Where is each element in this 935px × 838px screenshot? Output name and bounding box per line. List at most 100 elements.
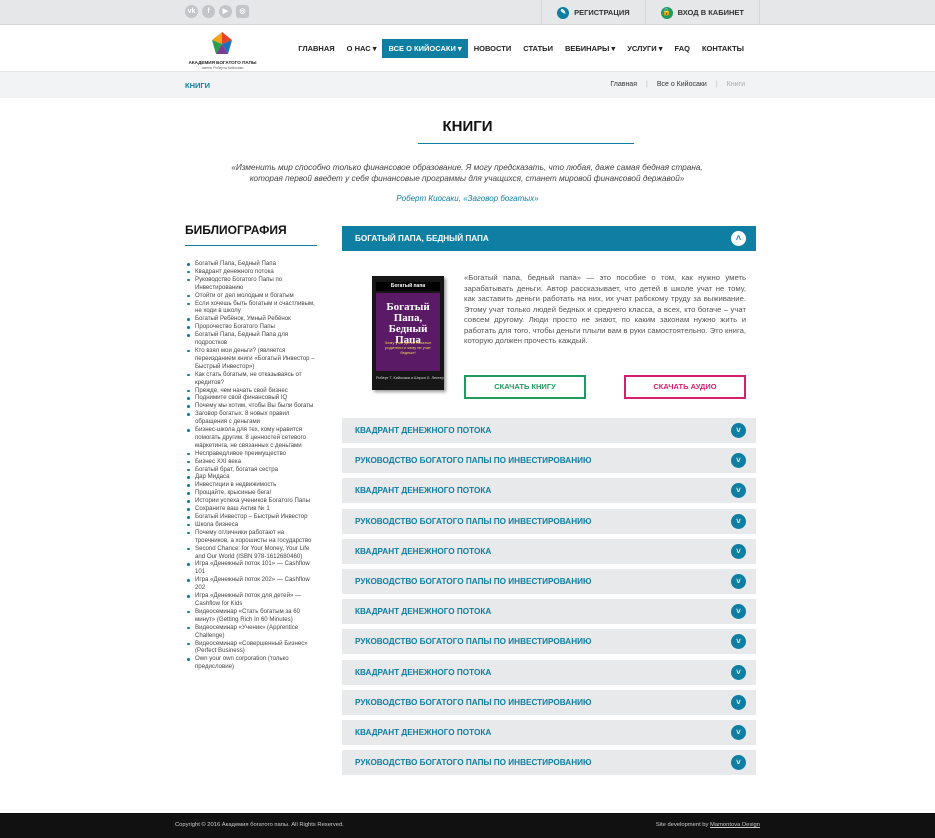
bibliography-item[interactable]: Кто взял мои деньги? (является переиздан… xyxy=(185,347,318,371)
bibliography-item[interactable]: Руководство Богатого Папы по Инвестирова… xyxy=(185,276,318,292)
title-underline xyxy=(418,143,634,144)
accordion-title: РУКОВОДСТВО БОГАТОГО ПАПЫ ПО ИНВЕСТИРОВА… xyxy=(355,637,592,647)
top-bar: vk f ▶ ◎ ✎ РЕГИСТРАЦИЯ 🔒 ВХОД В КАБИНЕТ xyxy=(0,0,935,25)
bibliography-item[interactable]: Богатый Инвестор – Быстрый Инвестор xyxy=(185,513,318,521)
nav-item-5[interactable]: ВЕБИНАРЫ ▾ xyxy=(559,39,621,58)
breadcrumb-separator: | xyxy=(646,81,648,88)
chevron-down-icon[interactable]: ˅ xyxy=(731,483,746,499)
bibliography-item[interactable]: Бизнес XXI века xyxy=(185,458,318,466)
nav-item-4[interactable]: СТАТЬИ xyxy=(517,39,559,58)
breadcrumb-item: Книги xyxy=(726,81,745,88)
bibliography-item[interactable]: Бизнес-школа для тех, кому нравится помо… xyxy=(185,426,318,450)
bibliography-item[interactable]: Богатый Ребёнок, Умный Ребёнок xyxy=(185,315,318,323)
chevron-down-icon[interactable]: ˅ xyxy=(731,694,746,710)
page-title: КНИГИ xyxy=(442,118,493,135)
nav-item-6[interactable]: УСЛУГИ ▾ xyxy=(621,39,668,58)
bibliography-item[interactable]: Видеосеминар «Совершенный Бизнес» (Perfe… xyxy=(185,640,318,656)
bibliography-item[interactable]: Школа бизнеса xyxy=(185,521,318,529)
bibliography-item[interactable]: Квадрант денежного потока xyxy=(185,268,318,276)
accordion-title: КВАДРАНТ ДЕНЕЖНОГО ПОТОКА xyxy=(355,426,492,435)
accordion-item[interactable]: КВАДРАНТ ДЕНЕЖНОГО ПОТОКА ˅ xyxy=(342,418,756,443)
section-title: КНИГИ xyxy=(185,81,211,90)
bibliography-item[interactable]: Истории успеха учеников Богатого Папы xyxy=(185,497,318,505)
accordion-item[interactable]: РУКОВОДСТВО БОГАТОГО ПАПЫ ПО ИНВЕСТИРОВА… xyxy=(342,750,756,776)
developer-link[interactable]: Mamontova Design xyxy=(710,822,760,828)
bibliography-item[interactable]: Как стать богатым, не отказываясь от кре… xyxy=(185,371,318,387)
bibliography-item[interactable]: Инвестиции в недвижимость xyxy=(185,481,318,489)
site-footer: Copyright © 2016 Академия богатого папы.… xyxy=(0,813,935,838)
register-label: РЕГИСТРАЦИЯ xyxy=(574,8,630,17)
site-header: АКАДЕМИЯ БОГАТОГО ПАПЫ имени Роберта Кий… xyxy=(0,25,935,72)
register-link[interactable]: ✎ РЕГИСТРАЦИЯ xyxy=(541,0,644,25)
bibliography-item[interactable]: Заговор богатых. 8 новых правил обращени… xyxy=(185,410,318,426)
login-label: ВХОД В КАБИНЕТ xyxy=(677,8,744,17)
download-audio-button[interactable]: СКАЧАТЬ АУДИО xyxy=(624,375,746,399)
accordion-item[interactable]: РУКОВОДСТВО БОГАТОГО ПАПЫ ПО ИНВЕСТИРОВА… xyxy=(342,569,756,594)
bibliography-item[interactable]: Own your own corporation (только предисл… xyxy=(185,655,318,671)
download-book-button[interactable]: СКАЧАТЬ КНИГУ xyxy=(464,375,586,399)
accordion-item[interactable]: КВАДРАНТ ДЕНЕЖНОГО ПОТОКА ˅ xyxy=(342,538,756,564)
book-cover: Богатый папа Богатый Папа, Бедный Папа Ч… xyxy=(372,276,446,393)
accordion-item[interactable]: КВАДРАНТ ДЕНЕЖНОГО ПОТОКА ˅ xyxy=(342,659,756,685)
youtube-icon[interactable]: ▶ xyxy=(219,5,232,18)
bibliography-item[interactable]: Отойти от дел молодым и богатым xyxy=(185,292,318,300)
accordion-item[interactable]: РУКОВОДСТВО БОГАТОГО ПАПЫ ПО ИНВЕСТИРОВА… xyxy=(342,629,756,655)
chevron-down-icon[interactable]: ˅ xyxy=(731,755,746,771)
chevron-down-icon[interactable]: ˅ xyxy=(731,604,746,620)
bibliography-item[interactable]: Игра «Денежный поток для детей» — Cashfl… xyxy=(185,592,318,608)
accordion-item[interactable]: КВАДРАНТ ДЕНЕЖНОГО ПОТОКА ˅ xyxy=(342,720,756,745)
bibliography-item[interactable]: Почему отличники работают на троечников,… xyxy=(185,529,318,545)
vk-icon[interactable]: vk xyxy=(185,5,198,18)
breadcrumb-item[interactable]: Все о Кийосаки xyxy=(657,81,707,88)
accordion-title: КВАДРАНТ ДЕНЕЖНОГО ПОТОКА xyxy=(355,486,492,496)
chevron-down-icon[interactable]: ˅ xyxy=(731,574,746,589)
accordion-item[interactable]: РУКОВОДСТВО БОГАТОГО ПАПЫ ПО ИНВЕСТИРОВА… xyxy=(342,689,756,715)
bibliography-item[interactable]: Игра «Денежный поток 101» — Cashflow 101 xyxy=(185,560,318,576)
bibliography-item[interactable]: Если хочешь быть богатым и счастливым, н… xyxy=(185,300,318,316)
social-links: vk f ▶ ◎ xyxy=(185,5,249,18)
chevron-down-icon[interactable]: ˅ xyxy=(731,543,746,559)
chevron-up-icon[interactable]: ˄ xyxy=(731,231,746,246)
bibliography-item[interactable]: Почему мы хотим, чтобы Вы были богаты xyxy=(185,402,318,410)
accordion-title: РУКОВОДСТВО БОГАТОГО ПАПЫ ПО ИНВЕСТИРОВА… xyxy=(355,697,592,707)
nav-item-7[interactable]: FAQ xyxy=(669,39,696,58)
nav-item-8[interactable]: КОНТАКТЫ xyxy=(696,39,750,58)
chevron-down-icon[interactable]: ˅ xyxy=(731,453,746,469)
breadcrumb-item[interactable]: Главная xyxy=(610,81,637,88)
facebook-icon[interactable]: f xyxy=(202,5,215,18)
nav-item-2[interactable]: ВСЕ О КИЙОСАКИ ▾ xyxy=(382,39,468,58)
book-description: «Богатый папа, бедный папа» — это пособи… xyxy=(464,273,746,345)
bibliography-item[interactable]: Прежде, чем начать свой бизнес xyxy=(185,387,318,395)
accordion-item[interactable]: КВАДРАНТ ДЕНЕЖНОГО ПОТОКА ˅ xyxy=(342,599,756,625)
bibliography-item[interactable]: Сохраните ваш Актив № 1 xyxy=(185,505,318,513)
nav-item-3[interactable]: НОВОСТИ xyxy=(468,39,518,58)
bibliography-item[interactable]: Поднимите свой финансовый IQ xyxy=(185,394,318,402)
bibliography-item[interactable]: Несправедливое преимущество xyxy=(185,450,318,458)
bibliography-item[interactable]: Видеосеминар «Ученик» (Apprentice Challe… xyxy=(185,624,318,640)
accordion-item[interactable]: РУКОВОДСТВО БОГАТОГО ПАПЫ ПО ИНВЕСТИРОВА… xyxy=(342,508,756,534)
chevron-down-icon[interactable]: ˅ xyxy=(731,423,746,438)
bibliography-item[interactable]: Видеосеминар «Стать богатым за 60 минут»… xyxy=(185,608,318,624)
bibliography-item[interactable]: Дар Мидаса xyxy=(185,473,318,481)
chevron-down-icon[interactable]: ˅ xyxy=(731,725,746,740)
bibliography-item[interactable]: Second Chance: for Your Money, Your Life… xyxy=(185,545,318,561)
bibliography-item[interactable]: Богатый брат, богатая сестра xyxy=(185,466,318,474)
bibliography-item[interactable]: Богатый Папа, Бедный Папа xyxy=(185,260,318,268)
nav-item-1[interactable]: О НАС ▾ xyxy=(341,39,383,58)
cover-subtitle: Чему учат детей богатые родители и чему … xyxy=(384,340,432,355)
chevron-down-icon[interactable]: ˅ xyxy=(731,513,746,529)
bibliography-item[interactable]: Богатый Папа, Бедный Папа для подростков xyxy=(185,331,318,347)
login-link[interactable]: 🔒 ВХОД В КАБИНЕТ xyxy=(644,0,760,25)
site-logo[interactable]: АКАДЕМИЯ БОГАТОГО ПАПЫ имени Роберта Кий… xyxy=(185,30,260,70)
accordion-header-open[interactable]: БОГАТЫЙ ПАПА, БЕДНЫЙ ПАПА ˄ xyxy=(342,226,756,251)
bibliography-item[interactable]: Игра «Денежный поток 202» — Cashflow 202 xyxy=(185,576,318,592)
instagram-icon[interactable]: ◎ xyxy=(236,5,249,18)
accordion-title: РУКОВОДСТВО БОГАТОГО ПАПЫ ПО ИНВЕСТИРОВА… xyxy=(355,516,592,526)
accordion-item[interactable]: КВАДРАНТ ДЕНЕЖНОГО ПОТОКА ˅ xyxy=(342,478,756,504)
nav-item-0[interactable]: ГЛАВНАЯ xyxy=(292,39,340,58)
bibliography-item[interactable]: Пророчество Богатого Папы xyxy=(185,323,318,331)
accordion-item[interactable]: РУКОВОДСТВО БОГАТОГО ПАПЫ ПО ИНВЕСТИРОВА… xyxy=(342,448,756,474)
chevron-down-icon[interactable]: ˅ xyxy=(731,634,746,650)
chevron-down-icon[interactable]: ˅ xyxy=(731,664,746,680)
bibliography-item[interactable]: Прощайте, крысиные бега! xyxy=(185,489,318,497)
